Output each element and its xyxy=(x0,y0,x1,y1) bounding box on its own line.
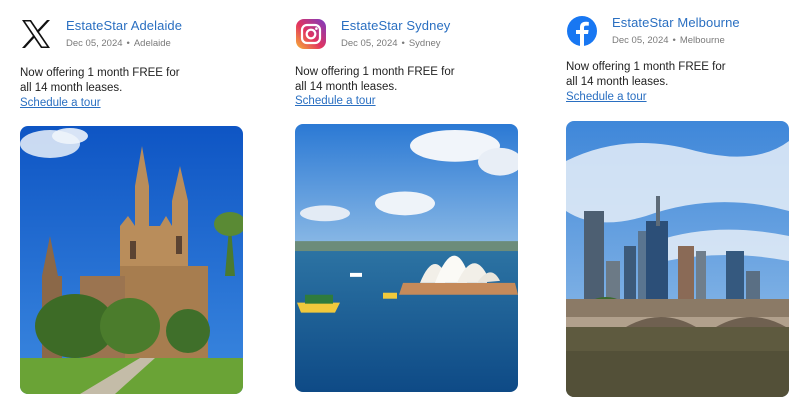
post-date: Dec 05, 2024 xyxy=(612,35,669,46)
post-text: Now offering 1 month FREE for all 14 mon… xyxy=(295,65,495,95)
post-text-line: all 14 month leases. xyxy=(20,82,123,94)
meta-separator: • xyxy=(126,38,130,49)
post-date: Dec 05, 2024 xyxy=(66,38,123,49)
post-text-line: Now offering 1 month FREE for xyxy=(20,67,180,79)
post-meta: Dec 05, 2024 • Sydney xyxy=(341,38,441,49)
post-text-line: all 14 month leases. xyxy=(295,81,398,93)
account-name[interactable]: EstateStar Adelaide xyxy=(66,18,182,33)
post-text: Now offering 1 month FREE for all 14 mon… xyxy=(566,60,766,90)
instagram-logo-icon[interactable] xyxy=(295,18,327,50)
post-header: EstateStar Melbourne Dec 05, 2024 • Melbou… xyxy=(566,15,790,51)
post-text-line: Now offering 1 month FREE for xyxy=(295,66,455,78)
schedule-tour-link[interactable]: Schedule a tour xyxy=(566,91,647,103)
post-image-adelaide-cathedral[interactable] xyxy=(20,126,243,394)
post-header: EstateStar Sydney Dec 05, 2024 • Sydney xyxy=(295,18,519,54)
post-meta: Dec 05, 2024 • Melbourne xyxy=(612,35,725,46)
post-card-adelaide: EstateStar Adelaide Dec 05, 2024 • Adelaid… xyxy=(20,18,244,394)
post-text-line: all 14 month leases. xyxy=(566,76,669,88)
post-image-sydney-opera-house[interactable] xyxy=(295,124,518,392)
post-text-line: Now offering 1 month FREE for xyxy=(566,61,726,73)
account-name[interactable]: EstateStar Melbourne xyxy=(612,15,740,30)
post-meta: Dec 05, 2024 • Adelaide xyxy=(66,38,171,49)
post-location: Adelaide xyxy=(133,38,171,49)
post-location: Melbourne xyxy=(679,35,725,46)
x-logo-icon[interactable] xyxy=(20,18,52,50)
post-text: Now offering 1 month FREE for all 14 mon… xyxy=(20,66,220,96)
facebook-logo-icon[interactable] xyxy=(566,15,598,47)
post-header: EstateStar Adelaide Dec 05, 2024 • Adelaid… xyxy=(20,18,244,54)
post-image-melbourne-skyline[interactable] xyxy=(566,121,789,397)
post-location: Sydney xyxy=(408,38,441,49)
meta-separator: • xyxy=(401,38,405,49)
schedule-tour-link[interactable]: Schedule a tour xyxy=(295,95,376,107)
schedule-tour-link[interactable]: Schedule a tour xyxy=(20,97,101,109)
account-name[interactable]: EstateStar Sydney xyxy=(341,18,450,33)
post-card-sydney: EstateStar Sydney Dec 05, 2024 • Sydney No… xyxy=(295,18,519,392)
post-date: Dec 05, 2024 xyxy=(341,38,398,49)
meta-separator: • xyxy=(672,35,676,46)
post-card-melbourne: EstateStar Melbourne Dec 05, 2024 • Melbou… xyxy=(566,15,790,397)
